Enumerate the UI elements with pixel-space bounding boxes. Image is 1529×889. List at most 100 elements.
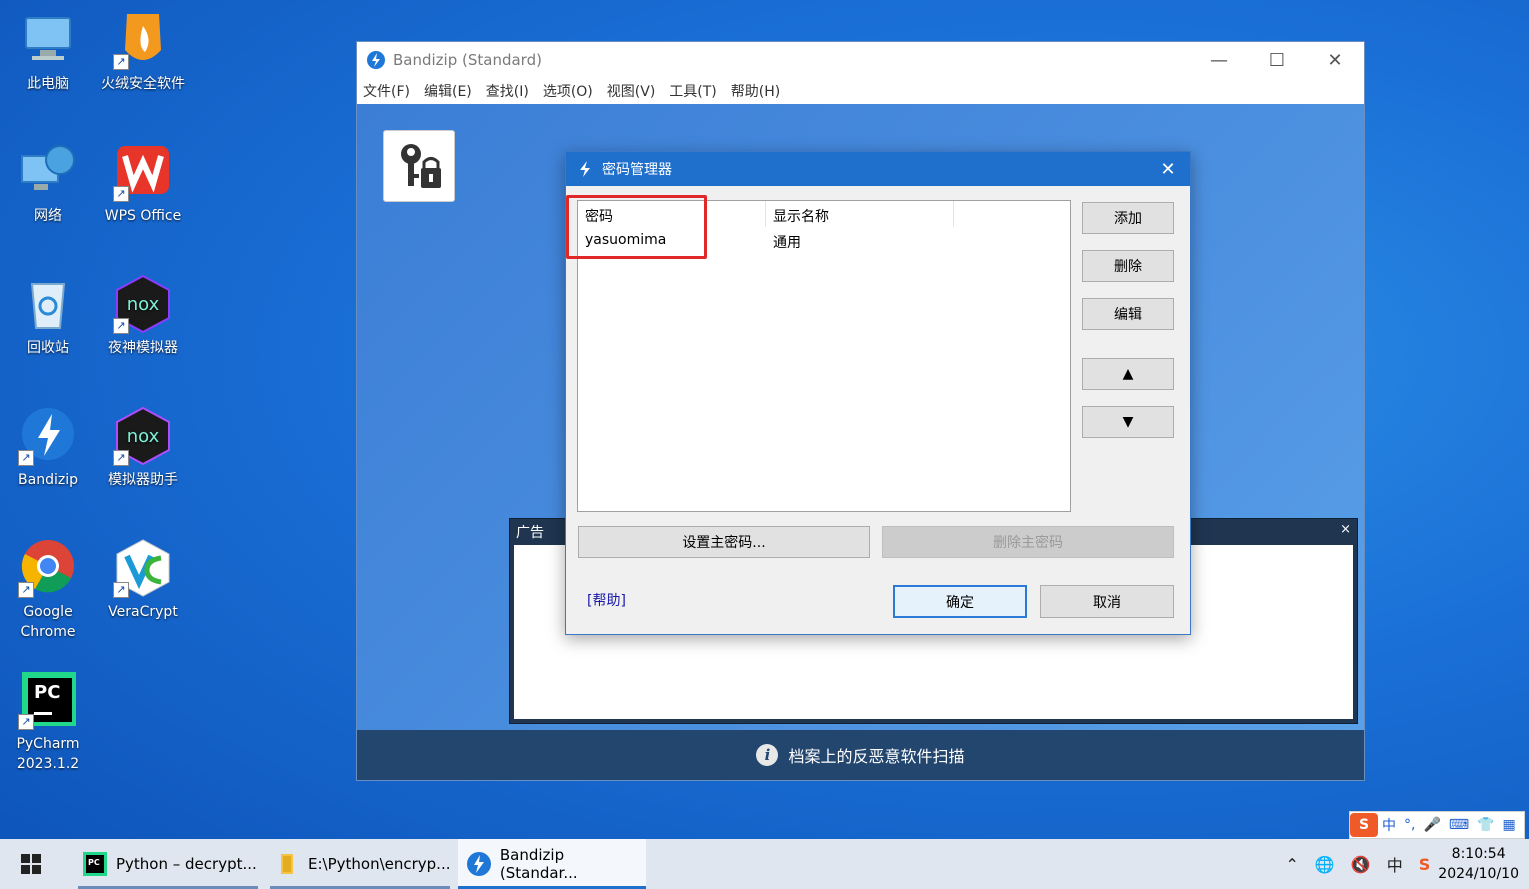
desktop-icon-label: 火绒安全软件: [101, 76, 185, 92]
menu-tools[interactable]: 工具(T): [669, 81, 716, 101]
desktop-icon-label: PyCharm 2023.1.2: [16, 736, 80, 772]
network-globe-icon[interactable]: 🌐: [1315, 855, 1335, 874]
info-icon: i: [756, 744, 779, 766]
network-icon: [18, 142, 78, 202]
skin-icon[interactable]: 👕: [1477, 817, 1494, 833]
taskbar: PC Python – decrypt... E:\Python\encryp.…: [0, 839, 1529, 889]
clock[interactable]: 8:10:54 2024/10/10: [1438, 844, 1519, 884]
desktop-icon-this-pc[interactable]: 此电脑: [2, 10, 94, 94]
shortcut-arrow-icon: ↗: [18, 582, 34, 598]
computer-icon: [18, 10, 78, 70]
shortcut-arrow-icon: ↗: [18, 714, 34, 730]
move-up-button[interactable]: ▲: [1082, 358, 1174, 390]
close-button[interactable]: ✕: [1306, 42, 1364, 78]
shortcut-arrow-icon: ↗: [113, 54, 129, 70]
bandizip-icon: ↗: [18, 406, 78, 466]
dialog-close-button[interactable]: ✕: [1146, 159, 1190, 180]
start-button[interactable]: [0, 839, 62, 889]
status-text: 档案上的反恶意软件扫描: [788, 747, 965, 766]
svg-text:PC: PC: [88, 858, 100, 867]
desktop-icon-wps[interactable]: ↗ WPS Office: [97, 142, 189, 226]
desktop-icon-label: VeraCrypt: [108, 604, 178, 620]
recycle-bin-icon: [18, 274, 78, 334]
svg-text:nox: nox: [127, 426, 160, 447]
nox-helper-icon: nox ↗: [113, 406, 173, 466]
key-lock-icon: [401, 144, 441, 188]
remove-master-password-button[interactable]: 删除主密码: [882, 526, 1174, 558]
desktop-icon-label: WPS Office: [104, 208, 182, 224]
desktop-icon-veracrypt[interactable]: ↗ VeraCrypt: [97, 538, 189, 622]
ime-indicator[interactable]: 中: [1387, 852, 1403, 876]
wps-office-icon: ↗: [113, 142, 173, 202]
password-manager-dialog: 密码管理器 ✕ 密码 显示名称 yasuomima 通用 添加 删除 编辑 ▲ …: [565, 151, 1191, 635]
menu-bar: 文件(F) 编辑(E) 查找(I) 选项(O) 视图(V) 工具(T) 帮助(H…: [357, 78, 1364, 104]
menu-options[interactable]: 选项(O): [543, 81, 593, 101]
desktop-icon-label: 网络: [34, 208, 62, 224]
desktop-icon-chrome[interactable]: ↗ Google Chrome: [2, 538, 94, 642]
svg-text:PC: PC: [34, 682, 60, 703]
taskbar-item-label: Bandizip (Standar...: [499, 846, 578, 882]
taskbar-item-pycharm[interactable]: PC Python – decrypt...: [74, 839, 262, 889]
help-link[interactable]: [帮助]: [587, 590, 626, 610]
menu-find[interactable]: 查找(I): [486, 81, 529, 101]
desktop-icon-nox-helper[interactable]: nox ↗ 模拟器助手: [97, 406, 189, 490]
taskbar-item-label: E:\Python\encryp...: [308, 855, 451, 873]
column-header-display-name[interactable]: 显示名称: [766, 201, 954, 227]
ime-toolbar[interactable]: S 中 °, 🎤 ⌨ 👕 ▦: [1349, 811, 1525, 839]
volume-muted-icon[interactable]: 🔇: [1351, 855, 1371, 874]
desktop-icon-network[interactable]: 网络: [2, 142, 94, 226]
windows-logo-icon: [21, 854, 41, 874]
shortcut-arrow-icon: ↗: [113, 186, 129, 202]
window-titlebar[interactable]: Bandizip (Standard) — ☐ ✕: [357, 42, 1364, 78]
set-master-password-button[interactable]: 设置主密码...: [578, 526, 870, 558]
display-name-cell: 通用: [773, 235, 801, 251]
taskbar-item-explorer[interactable]: E:\Python\encryp...: [266, 839, 454, 889]
desktop-icon-pycharm[interactable]: PC ↗ PyCharm 2023.1.2: [2, 670, 94, 774]
keyboard-icon[interactable]: ⌨: [1449, 817, 1469, 833]
huorong-flame-icon: ↗: [113, 10, 173, 70]
pycharm-icon: PC ↗: [18, 670, 78, 730]
status-bar[interactable]: i 档案上的反恶意软件扫描: [357, 730, 1364, 780]
bandizip-icon: [466, 851, 492, 877]
delete-button[interactable]: 删除: [1082, 250, 1174, 282]
nox-icon: nox ↗: [113, 274, 173, 334]
desktop-icon-recycle-bin[interactable]: 回收站: [2, 274, 94, 358]
ime-lang-toggle[interactable]: 中: [1382, 815, 1396, 835]
edit-button[interactable]: 编辑: [1082, 298, 1174, 330]
ok-button[interactable]: 确定: [893, 585, 1027, 618]
desktop-icon-label: 此电脑: [27, 76, 69, 92]
pycharm-icon: PC: [82, 851, 108, 877]
shortcut-arrow-icon: ↗: [113, 450, 129, 466]
highlight-annotation: [566, 195, 707, 259]
desktop-icon-label: 模拟器助手: [108, 472, 178, 488]
desktop-icon-label: 回收站: [27, 340, 69, 356]
folder-icon: [274, 851, 300, 877]
cancel-button[interactable]: 取消: [1040, 585, 1174, 618]
desktop-icon-huorong[interactable]: ↗ 火绒安全软件: [97, 10, 189, 94]
menu-file[interactable]: 文件(F): [363, 81, 410, 101]
add-button[interactable]: 添加: [1082, 202, 1174, 234]
dialog-title: 密码管理器: [602, 162, 672, 178]
veracrypt-icon: ↗: [113, 538, 173, 598]
desktop-icon-bandizip[interactable]: ↗ Bandizip: [2, 406, 94, 490]
shortcut-arrow-icon: ↗: [113, 318, 129, 334]
menu-edit[interactable]: 编辑(E): [424, 81, 472, 101]
ad-close-icon[interactable]: ×: [1340, 522, 1351, 540]
ime-punct-toggle[interactable]: °,: [1404, 817, 1415, 833]
minimize-button[interactable]: —: [1190, 42, 1248, 78]
move-down-button[interactable]: ▼: [1082, 406, 1174, 438]
grid-menu-icon[interactable]: ▦: [1503, 817, 1516, 833]
menu-help[interactable]: 帮助(H): [731, 81, 780, 101]
desktop-icon-nox[interactable]: nox ↗ 夜神模拟器: [97, 274, 189, 358]
sogou-tray-icon[interactable]: S: [1419, 855, 1431, 874]
taskbar-item-label: Python – decrypt...: [116, 855, 257, 873]
dialog-titlebar[interactable]: 密码管理器 ✕: [566, 152, 1190, 186]
password-manager-tool-button[interactable]: [383, 130, 455, 202]
microphone-icon[interactable]: 🎤: [1423, 817, 1440, 833]
maximize-button[interactable]: ☐: [1248, 42, 1306, 78]
menu-view[interactable]: 视图(V): [607, 81, 656, 101]
chevron-up-icon[interactable]: ⌃: [1286, 855, 1299, 874]
clock-time: 8:10:54: [1451, 846, 1506, 862]
system-tray: ⌃ 🌐 🔇 中 S 8:10:54 2024/10/10: [1278, 839, 1529, 889]
taskbar-item-bandizip[interactable]: Bandizip (Standar...: [458, 839, 646, 889]
